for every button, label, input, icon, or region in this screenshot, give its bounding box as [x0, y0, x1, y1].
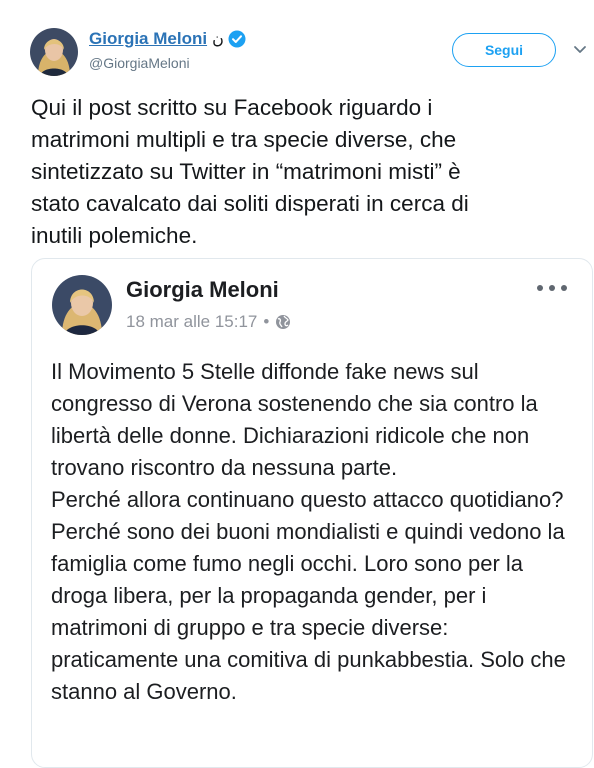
- globe-icon: [276, 315, 291, 329]
- chevron-down-icon[interactable]: [572, 41, 588, 57]
- post-timestamp[interactable]: 18 mar alle 15:17: [126, 312, 257, 332]
- meta-separator: •: [263, 312, 270, 331]
- author-handle[interactable]: @GiorgiaMeloni: [89, 55, 190, 71]
- post-paragraph: Il Movimento 5 Stelle diffonde fake news…: [51, 359, 538, 480]
- author-name-row: Giorgia Meloni ن: [89, 29, 246, 49]
- tweet-text: Qui il post scritto su Facebook riguardo…: [31, 95, 469, 248]
- author-avatar[interactable]: [30, 28, 78, 76]
- post-meta: 18 mar alle 15:17 •: [126, 312, 291, 332]
- post-body: Il Movimento 5 Stelle diffonde fake news…: [51, 356, 581, 708]
- author-name-glyph: ن: [212, 31, 224, 48]
- author-display-name[interactable]: Giorgia Meloni: [89, 29, 207, 49]
- more-options-icon[interactable]: [537, 281, 567, 295]
- follow-button[interactable]: Segui: [452, 33, 556, 67]
- verified-badge-icon: [228, 30, 246, 48]
- tweet: Giorgia Meloni ن @GiorgiaMeloni Segui Qu…: [0, 0, 594, 768]
- embedded-facebook-post[interactable]: Giorgia Meloni 18 mar alle 15:17 • Il Mo…: [31, 258, 593, 768]
- post-paragraph: Perché allora continuano questo attacco …: [51, 487, 566, 704]
- post-author-avatar[interactable]: [52, 275, 112, 335]
- post-author-name[interactable]: Giorgia Meloni: [126, 277, 279, 303]
